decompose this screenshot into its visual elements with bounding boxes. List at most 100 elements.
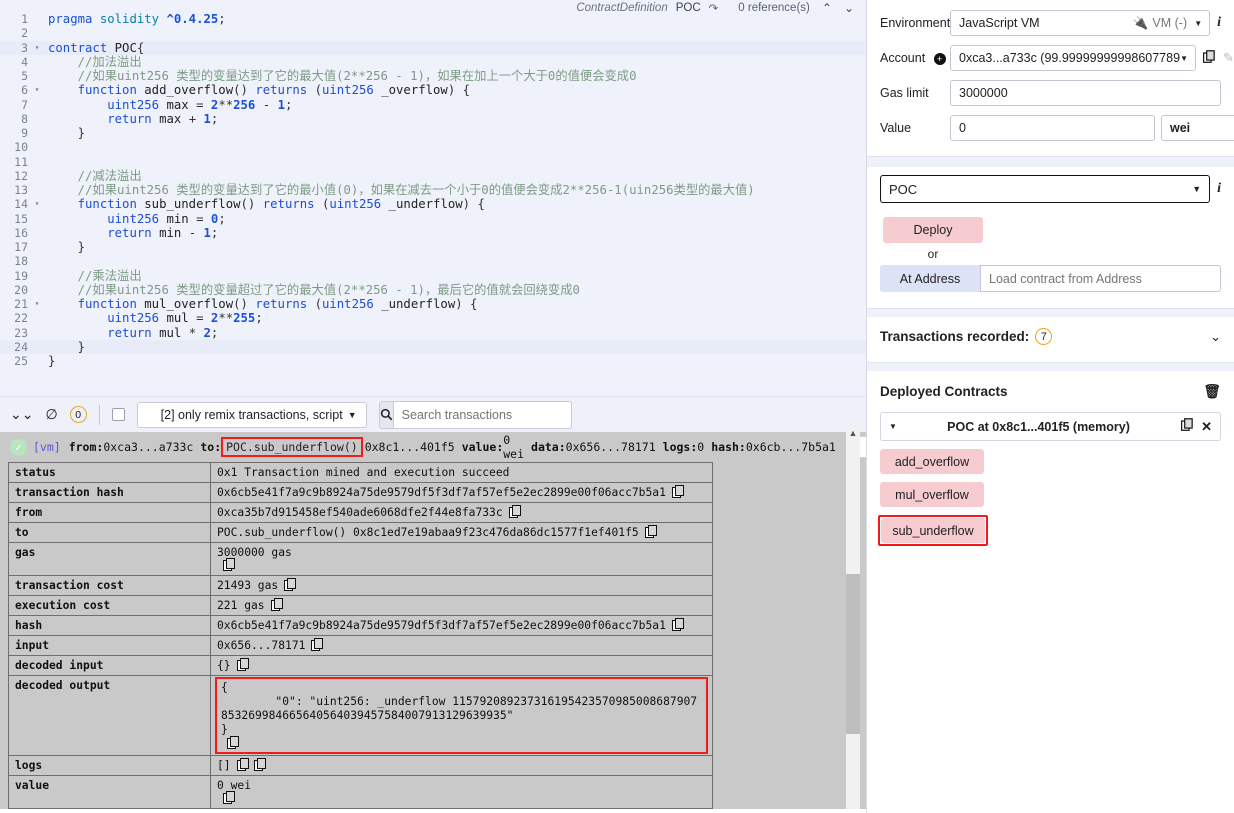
search-transactions[interactable] <box>378 400 572 429</box>
fold-toggle-icon[interactable]: ▾ <box>30 297 44 312</box>
contract-function-button-sub_underflow[interactable]: sub_underflow <box>881 518 985 543</box>
code-line[interactable]: 24 } <box>0 339 866 354</box>
contract-select[interactable]: POC ▼ <box>880 175 1211 203</box>
environment-select[interactable]: JavaScript VM 🔌 VM (-) ▼ <box>950 10 1211 36</box>
value-label: value: <box>461 440 504 454</box>
code-line[interactable]: 20 //如果uint256 类型的变量超过了它的最大值(2**256 - 1)… <box>0 283 866 297</box>
jump-to-icon[interactable]: ↷ <box>709 1 719 15</box>
code-line[interactable]: 7 uint256 max = 2**256 - 1; <box>0 98 866 112</box>
fold-toggle-icon[interactable]: ▾ <box>30 41 44 56</box>
detail-value: 0x6cb5e41f7a9c9b8924a75de9579df5f3df7af5… <box>210 615 713 636</box>
chevron-up-icon[interactable]: ⌃ <box>822 1 832 15</box>
deployed-contracts-header: Deployed Contracts 🗑 <box>867 371 1234 408</box>
code-line[interactable]: 3 ▾ contract POC{ <box>0 40 866 56</box>
value-input[interactable]: 0 <box>950 115 1155 141</box>
copy-icon[interactable] <box>1203 49 1216 67</box>
account-select[interactable]: 0xca3...a733c (99.99999999998607789 ▼ <box>950 45 1196 71</box>
plus-circle-icon[interactable]: + <box>933 53 946 66</box>
code-line[interactable]: 8 return max + 1; <box>0 112 866 126</box>
code-line[interactable]: 6 ▾ function add_overflow() returns (uint… <box>0 83 866 97</box>
transaction-log-entry[interactable]: ✓ [vm] from: 0xca3...a733c to: POC.sub_u… <box>0 432 866 462</box>
line-number: 9 <box>21 126 28 140</box>
warning-count-badge[interactable]: 0 <box>69 406 87 423</box>
double-chevron-down-icon[interactable]: ⌄⌄ <box>10 406 33 423</box>
transaction-filter-select[interactable]: [2] only remix transactions, script ▼ <box>136 401 367 428</box>
value-unit-select[interactable]: wei ▼ <box>1161 115 1234 141</box>
copy-icon[interactable] <box>311 638 324 651</box>
copy-icon[interactable] <box>223 558 235 571</box>
no-errors-icon[interactable]: ∅ <box>45 406 57 423</box>
pane-splitter[interactable] <box>0 809 866 813</box>
contract-section: POC ▼ i Deploy or At Address <box>867 167 1234 292</box>
code-line[interactable]: 19 //乘法溢出 <box>0 269 866 283</box>
code-line[interactable]: 18 <box>0 254 866 268</box>
listen-on-network-checkbox[interactable] <box>111 408 125 421</box>
chevron-down-icon[interactable]: ⌄ <box>1210 329 1221 345</box>
edit-icon[interactable]: ✎ <box>1223 50 1234 66</box>
detail-key: status <box>8 462 211 483</box>
search-input[interactable] <box>392 400 572 429</box>
copy-icon[interactable] <box>236 758 249 771</box>
code-line[interactable]: 11 <box>0 155 866 169</box>
copy-icon[interactable] <box>236 658 249 671</box>
code-editor[interactable]: ContractDefinition POC ↷ 0 reference(s) … <box>0 0 866 396</box>
info-icon[interactable]: i <box>1217 15 1221 31</box>
code-line[interactable]: 15 uint256 min = 0; <box>0 212 866 226</box>
code-line[interactable]: 21 ▾ function mul_overflow() returns (uin… <box>0 297 866 311</box>
at-address-button[interactable]: At Address <box>880 265 980 292</box>
table-row: status 0x1 Transaction mined and executio… <box>8 462 713 483</box>
terminal-scrollbar[interactable]: ▲ <box>846 426 860 813</box>
code-line[interactable]: 10 <box>0 140 866 154</box>
code-line[interactable]: 14 ▾ function sub_underflow() returns (ui… <box>0 197 866 211</box>
scrollbar-thumb[interactable] <box>846 574 860 734</box>
line-number: 25 <box>14 354 28 368</box>
code-line[interactable]: 25} <box>0 354 866 368</box>
fold-toggle-icon[interactable]: ▾ <box>30 83 44 98</box>
close-icon[interactable]: ✕ <box>1201 419 1212 435</box>
copy-icon[interactable] <box>253 758 266 771</box>
environment-row: Environment JavaScript VM 🔌 VM (-) ▼ i <box>880 10 1221 36</box>
from-label: from: <box>68 440 104 454</box>
detail-value: 3000000 gas <box>210 542 713 576</box>
copy-icon[interactable] <box>508 505 521 518</box>
code-lines[interactable]: 1 pragma solidity ^0.4.25; 2 3 ▾ contract POC… <box>0 12 866 396</box>
trash-icon[interactable]: 🗑 <box>1203 383 1221 400</box>
copy-icon[interactable] <box>270 598 283 611</box>
code-line[interactable]: 22 uint256 mul = 2**255; <box>0 311 866 325</box>
deploy-button[interactable]: Deploy <box>883 217 983 243</box>
code-line[interactable]: 4 //加法溢出 <box>0 55 866 69</box>
transactions-recorded-header[interactable]: Transactions recorded: 7 ⌄ <box>867 317 1234 356</box>
code-line[interactable]: 5 //如果uint256 类型的变量达到了它的最大值(2**256 - 1)，… <box>0 69 866 83</box>
detail-value: { "0": "uint256: _underflow 115792089237… <box>210 675 713 756</box>
code-line[interactable]: 9 } <box>0 126 866 140</box>
copy-icon[interactable] <box>644 525 657 538</box>
copy-icon[interactable] <box>671 485 684 498</box>
code-line[interactable]: 17 } <box>0 240 866 254</box>
copy-icon[interactable] <box>227 736 239 749</box>
search-icon[interactable] <box>378 400 393 429</box>
value-label: Value <box>880 121 912 135</box>
code-line[interactable]: 2 <box>0 26 866 40</box>
code-line[interactable]: 23 return mul * 2; <box>0 326 866 340</box>
copy-icon[interactable] <box>671 618 684 631</box>
section-band <box>867 309 1234 317</box>
copy-icon[interactable] <box>1181 418 1194 435</box>
copy-icon[interactable] <box>284 578 297 591</box>
contract-function-button-add_overflow[interactable]: add_overflow <box>880 449 984 474</box>
gas-limit-input[interactable]: 3000000 <box>950 80 1221 106</box>
at-address-input[interactable] <box>980 265 1221 292</box>
fold-toggle-icon[interactable]: ▾ <box>30 197 44 212</box>
environment-value: JavaScript VM <box>959 16 1040 30</box>
code-line[interactable]: 12 //减法溢出 <box>0 169 866 183</box>
info-icon[interactable]: i <box>1217 181 1221 197</box>
chevron-right-icon[interactable]: ▼ <box>889 422 897 431</box>
data-value: 0x656...78171 <box>565 440 656 454</box>
contract-function-button-mul_overflow[interactable]: mul_overflow <box>880 482 984 507</box>
scroll-up-arrow[interactable]: ▲ <box>846 426 860 440</box>
deployed-contract-instance[interactable]: ▼ POC at 0x8c1...401f5 (memory) ✕ <box>880 412 1221 441</box>
copy-icon[interactable] <box>223 791 235 804</box>
code-line[interactable]: 13 //如果uint256 类型的变量达到了它的最小值(0)，如果在减去一个小… <box>0 183 866 197</box>
chevron-down-icon[interactable]: ⌄ <box>844 1 854 15</box>
code-line[interactable]: 16 return min - 1; <box>0 226 866 240</box>
account-label-text: Account <box>880 50 926 65</box>
